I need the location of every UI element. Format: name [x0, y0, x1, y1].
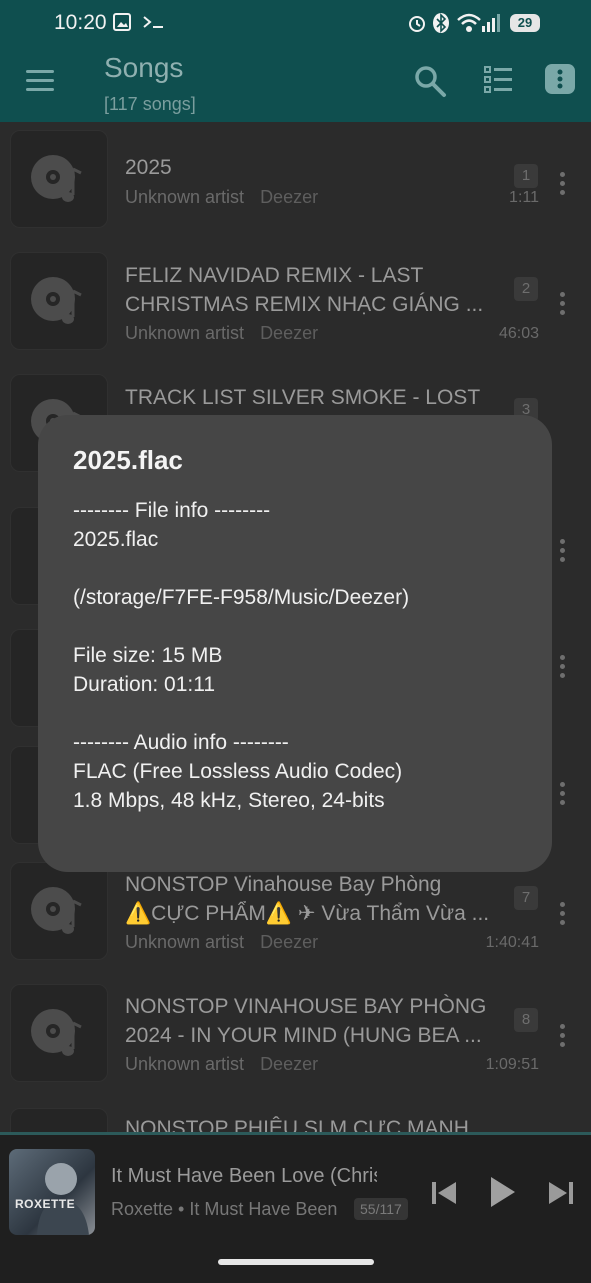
queue-position: 55/117	[354, 1198, 408, 1220]
song-title: NONSTOP PHIÊU SLM CỰC MẠNH	[125, 1117, 469, 1132]
list-item[interactable]: NONSTOP Vinahouse Bay Phòng ⚠️CỰC PHẨM⚠️…	[0, 862, 591, 972]
album-thumbnail	[10, 862, 108, 960]
music-disc-icon	[31, 155, 82, 202]
page-title: Songs	[104, 52, 184, 83]
list-item[interactable]: 2025 Unknown artist Deezer 1 1:11	[0, 130, 591, 240]
status-bar: 10:20 29	[0, 0, 591, 46]
play-icon[interactable]	[489, 1175, 517, 1209]
image-icon	[113, 13, 131, 31]
song-duration: 46:03	[498, 325, 539, 342]
song-source: Deezer	[260, 187, 319, 207]
more-options-icon[interactable]	[557, 292, 567, 319]
song-count: [117 songs]	[104, 94, 196, 114]
song-artist: Unknown artist	[125, 932, 245, 952]
song-title: NONSTOP Vinahouse Bay Phòng ⚠️CỰC PHẨM⚠️…	[125, 873, 490, 925]
more-options-icon[interactable]	[557, 1024, 567, 1051]
more-options-icon[interactable]	[557, 782, 567, 809]
song-duration: 1:11	[509, 189, 539, 206]
previous-icon[interactable]	[431, 1181, 457, 1205]
song-title: TRACK LIST SILVER SMOKE - LOST	[125, 386, 481, 409]
song-meta: Unknown artist Deezer	[125, 187, 318, 208]
music-disc-icon	[31, 277, 82, 324]
album-thumbnail	[10, 130, 108, 228]
signal-icon	[482, 14, 500, 32]
home-indicator[interactable]	[218, 1259, 374, 1265]
app-bar: Songs [117 songs]	[0, 46, 591, 122]
terminal-icon	[143, 16, 163, 28]
song-title: NONSTOP VINAHOUSE BAY PHÒNG 2024 - IN YO…	[125, 995, 487, 1047]
battery-icon: 29	[510, 14, 540, 32]
song-artist: Unknown artist	[125, 323, 245, 343]
song-title: FELIZ NAVIDAD REMIX - LAST CHRISTMAS REM…	[125, 264, 484, 316]
list-item[interactable]: NONSTOP VINAHOUSE BAY PHÒNG 2024 - IN YO…	[0, 984, 591, 1094]
more-options-icon[interactable]	[557, 655, 567, 682]
list-item[interactable]: NONSTOP PHIÊU SLM CỰC MẠNH	[0, 1108, 591, 1132]
more-options-icon[interactable]	[557, 902, 567, 929]
song-source: Deezer	[260, 932, 319, 952]
track-number: 7	[514, 886, 538, 910]
track-number: 8	[514, 1008, 538, 1032]
album-art[interactable]: ROXETTE	[9, 1149, 95, 1235]
alarm-icon	[409, 16, 425, 32]
next-icon[interactable]	[548, 1181, 574, 1205]
now-playing-title: It Must Have Been Love (Chris	[111, 1165, 377, 1187]
wifi-icon	[457, 13, 481, 32]
song-artist: Unknown artist	[125, 187, 245, 207]
album-thumbnail	[10, 252, 108, 350]
artist-photo-icon	[37, 1163, 89, 1235]
track-number: 1	[514, 164, 538, 188]
album-thumbnail	[10, 1108, 108, 1132]
song-meta: Unknown artist Deezer	[125, 1054, 318, 1075]
song-duration: 1:40:41	[485, 934, 539, 951]
song-artist: Unknown artist	[125, 1054, 245, 1074]
more-options-icon[interactable]	[557, 172, 567, 199]
song-duration: 1:09:51	[485, 1056, 539, 1073]
song-title: 2025	[125, 156, 172, 179]
list-view-icon[interactable]	[484, 64, 514, 96]
bluetooth-icon	[433, 13, 449, 33]
file-info-dialog[interactable]: 2025.flac -------- File info -------- 20…	[38, 415, 552, 872]
more-options-icon[interactable]	[557, 539, 567, 566]
dialog-body: -------- File info -------- 2025.flac (/…	[73, 499, 410, 812]
song-source: Deezer	[260, 323, 319, 343]
dialog-title: 2025.flac	[73, 445, 183, 475]
music-disc-icon	[31, 887, 82, 934]
music-disc-icon	[31, 1009, 82, 1056]
search-icon[interactable]	[413, 64, 447, 98]
song-source: Deezer	[260, 1054, 319, 1074]
now-playing-artist: Roxette • It Must Have Been	[111, 1199, 338, 1219]
album-thumbnail	[10, 984, 108, 1082]
song-meta: Unknown artist Deezer	[125, 323, 318, 344]
menu-icon[interactable]	[26, 70, 54, 92]
list-item[interactable]: FELIZ NAVIDAD REMIX - LAST CHRISTMAS REM…	[0, 252, 591, 362]
track-number: 2	[514, 277, 538, 301]
status-time: 10:20	[54, 11, 107, 34]
album-art-text: ROXETTE	[15, 1197, 76, 1211]
overflow-icon[interactable]	[545, 64, 575, 94]
song-meta: Unknown artist Deezer	[125, 932, 318, 953]
